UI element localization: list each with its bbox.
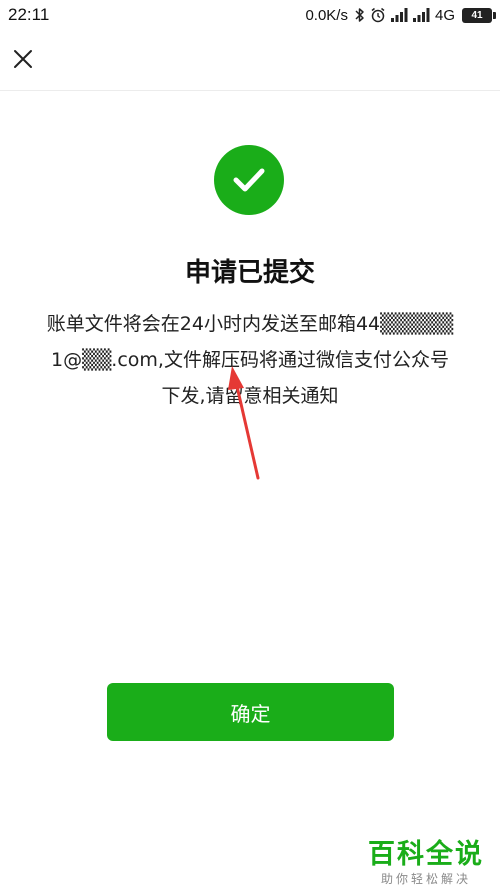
status-bar: 22:11 0.0K/s 4G 41	[0, 0, 500, 30]
signal-icon	[390, 8, 408, 22]
network-type: 4G	[434, 6, 455, 24]
network-speed: 0.0K/s	[305, 6, 348, 24]
watermark-logo: 百科全说 助你轻松解决	[366, 839, 486, 887]
alarm-icon	[370, 7, 386, 23]
annotation-arrow	[228, 366, 260, 480]
result-title: 申请已提交	[184, 258, 315, 288]
battery-icon: 41	[462, 7, 496, 23]
message-line: 下发,请留意相关通知	[161, 385, 339, 407]
bluetooth-icon	[355, 7, 365, 23]
status-time: 22:11	[8, 5, 50, 24]
message-line: 1@▒▒.com,文件解压码将通过微信支付公众号	[51, 349, 449, 371]
close-icon	[13, 49, 33, 73]
battery-level: 41	[471, 9, 483, 21]
success-check-icon	[214, 145, 284, 215]
nav-bar	[0, 30, 500, 91]
signal-icon	[412, 8, 430, 22]
message-line: 账单文件将会在24小时内发送至邮箱44▒▒▒▒▒	[46, 313, 454, 335]
watermark-subtitle: 助你轻松解决	[380, 872, 471, 886]
confirm-button[interactable]: 确定	[107, 683, 394, 741]
result-message: 账单文件将会在24小时内发送至邮箱44▒▒▒▒▒ 1@▒▒.com,文件解压码将…	[20, 306, 480, 414]
watermark-title: 百科全说	[368, 839, 484, 870]
status-indicators: 0.0K/s 4G 41	[305, 4, 496, 26]
close-button[interactable]	[6, 44, 40, 78]
